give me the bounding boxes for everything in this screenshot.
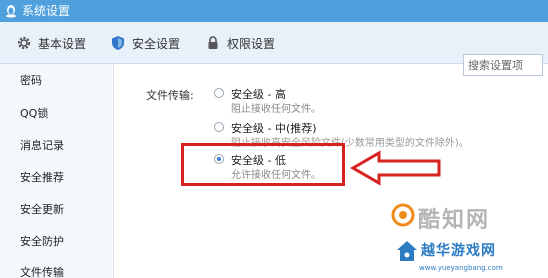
watermark-primary: 酷知网 [390, 200, 530, 236]
title-bar: 系统设置 [0, 0, 548, 22]
sidebar: 密码 QQ锁 消息记录 安全推荐 安全更新 安全防护 文件传输 [0, 64, 114, 278]
radio-button[interactable] [214, 122, 224, 132]
tab-permission-settings[interactable]: 权限设置 [205, 22, 275, 64]
watermark-primary-text: 酷知网 [418, 208, 491, 233]
shield-icon [112, 36, 124, 50]
tab-security-settings[interactable]: 安全设置 [110, 22, 180, 64]
sidebar-item-security-update[interactable]: 安全更新 [20, 201, 64, 217]
window-title: 系统设置 [22, 4, 71, 18]
qq-penguin-icon [6, 5, 16, 18]
sidebar-item-password[interactable]: 密码 [20, 72, 42, 88]
annotation-arrow-icon [349, 150, 441, 186]
watermark-house-icon [397, 241, 417, 261]
watermark-secondary-title: 越华游戏网 [421, 243, 496, 259]
tab-label: 安全设置 [132, 36, 181, 51]
tab-bar: 基本设置 安全设置 权限设置 [0, 22, 548, 76]
tab-basic-settings[interactable]: 基本设置 [16, 22, 86, 64]
watermark-secondary: 越华游戏网 www.yueyangbang.com [395, 238, 545, 278]
watermark-logo-icon [391, 203, 415, 227]
radio-button[interactable] [214, 88, 224, 98]
file-transfer-label: 文件传输: [146, 89, 194, 102]
sidebar-item-qq-lock[interactable]: QQ锁 [20, 105, 48, 121]
tab-label: 基本设置 [38, 36, 87, 51]
lock-icon [208, 36, 218, 49]
sidebar-item-message-history[interactable]: 消息记录 [20, 137, 64, 153]
gear-icon [17, 36, 31, 50]
sidebar-item-security-recommend[interactable]: 安全推荐 [20, 169, 64, 185]
option-description: 阻止接收任何文件。 [231, 104, 321, 115]
settings-window: 系统设置 基本设置 安全设置 权限设置 密码 [0, 0, 548, 278]
annotation-highlight-box [181, 143, 345, 186]
sidebar-item-security-protection[interactable]: 安全防护 [20, 233, 64, 249]
watermark-secondary-url: www.yueyangbang.com [419, 264, 503, 272]
tab-label: 权限设置 [227, 36, 276, 51]
sidebar-item-file-transfer[interactable]: 文件传输 [20, 264, 64, 278]
